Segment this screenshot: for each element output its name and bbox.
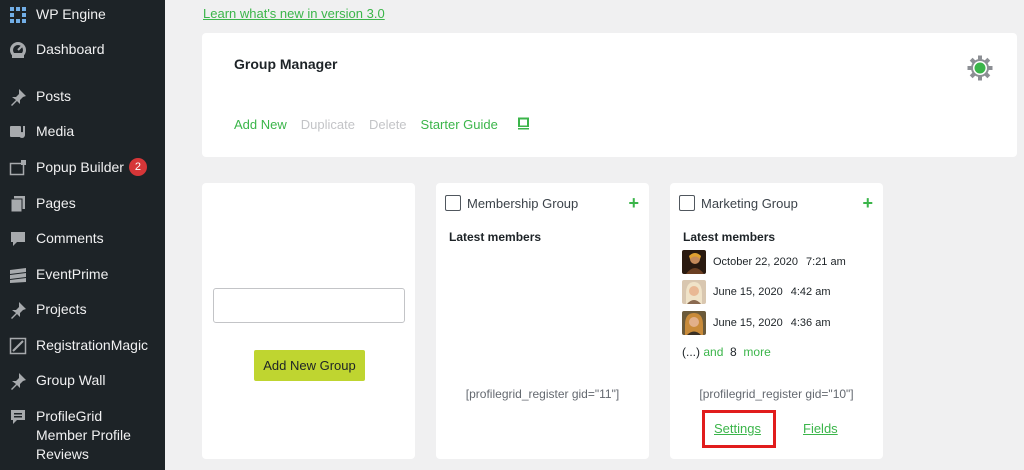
sidebar-item-label: Posts (36, 88, 72, 104)
sidebar-item-label: Group Wall (36, 372, 106, 388)
list-item[interactable]: October 22, 2020 7:21 am (682, 250, 846, 274)
sidebar-item-pages[interactable]: Pages (0, 194, 165, 214)
sidebar-item-label: Comments (36, 230, 104, 246)
sidebar-item-dashboard[interactable]: Dashboard (0, 40, 165, 60)
avatar[interactable] (682, 250, 706, 274)
sidebar-item-projects[interactable]: Projects (0, 300, 165, 320)
reviews-icon (8, 407, 28, 427)
registrationmagic-icon (8, 336, 28, 356)
popup-window-icon (8, 158, 28, 178)
delete-button[interactable]: Delete (369, 117, 407, 132)
list-item[interactable]: June 15, 2020 4:42 am (682, 280, 830, 304)
avatar[interactable] (682, 280, 706, 304)
group-title[interactable]: Membership Group (467, 196, 628, 211)
member-join-date: June 15, 2020 (713, 317, 783, 329)
sidebar-item-label: Media (36, 123, 75, 139)
member-join-time: 4:36 am (790, 317, 831, 329)
group-title[interactable]: Marketing Group (701, 196, 862, 211)
sidebar-item-label: Projects (36, 301, 87, 317)
member-join-date: June 15, 2020 (713, 286, 783, 298)
add-new-button[interactable]: Add New (234, 117, 287, 132)
page-title: Group Manager (234, 56, 338, 72)
sidebar-item-posts[interactable]: Posts (0, 87, 165, 107)
group-shortcode: [profilegrid_register gid="11"] (465, 387, 620, 401)
latest-members-label: Latest members (449, 230, 542, 244)
member-join-time: 7:21 am (806, 256, 846, 268)
sidebar-item-popup-builder[interactable]: Popup Builder 2 (0, 158, 165, 178)
sidebar-item-group-wall[interactable]: Group Wall (0, 371, 165, 391)
pushpin-icon (8, 87, 28, 107)
notification-badge: 2 (128, 158, 147, 177)
avatar[interactable] (682, 311, 706, 335)
book-icon (517, 117, 529, 130)
group-settings-link[interactable]: Settings (714, 421, 761, 436)
new-group-name-input[interactable] (213, 288, 405, 323)
duplicate-button[interactable]: Duplicate (301, 117, 355, 132)
comment-bubble-icon (8, 229, 28, 249)
new-group-card: Add New Group (202, 183, 415, 459)
group-select-checkbox[interactable] (445, 195, 461, 211)
sidebar-item-eventprime[interactable]: EventPrime (0, 265, 165, 285)
sidebar-item-label: RegistrationMagic (36, 337, 149, 353)
add-new-group-button[interactable]: Add New Group (254, 350, 365, 381)
group-shortcode: [profilegrid_register gid="10"] (699, 387, 854, 401)
starter-guide-link[interactable]: Starter Guide (421, 117, 530, 132)
sidebar-item-label: Dashboard (36, 41, 105, 57)
list-item[interactable]: June 15, 2020 4:36 am (682, 311, 830, 335)
more-and-text: and (703, 345, 724, 359)
group-fields-link[interactable]: Fields (803, 421, 838, 436)
group-actions-bar: Add New Duplicate Delete Starter Guide (234, 117, 544, 132)
more-members-link[interactable]: more (743, 345, 770, 359)
more-prefix: (...) (682, 345, 700, 359)
sidebar-item-label: WP Engine (36, 6, 106, 22)
member-join-date: October 22, 2020 (713, 256, 799, 268)
sidebar-item-wp-engine[interactable]: WP Engine (0, 5, 165, 25)
sidebar-item-registrationmagic[interactable]: RegistrationMagic (0, 336, 165, 356)
sidebar-item-label: EventPrime (36, 266, 109, 282)
pushpin-icon (8, 371, 28, 391)
group-manager-panel: Group Manager Add New Duplicate Delete S… (202, 33, 1017, 157)
sidebar-item-label: ProfileGrid Member Profile Reviews (36, 408, 131, 462)
dashboard-gauge-icon (8, 40, 28, 60)
more-members-line: (...) and 8 more (682, 345, 771, 359)
admin-sidebar: WP Engine Dashboard Posts Media Popup Bu… (0, 0, 165, 470)
eventprime-icon (8, 265, 28, 285)
sidebar-item-comments[interactable]: Comments (0, 229, 165, 249)
group-card-membership: Membership Group + Latest members [profi… (436, 183, 649, 459)
group-card-header: Membership Group + (445, 194, 639, 212)
group-card-marketing: Marketing Group + Latest members October… (670, 183, 883, 459)
learn-whats-new-link[interactable]: Learn what's new in version 3.0 (203, 6, 385, 21)
group-select-checkbox[interactable] (679, 195, 695, 211)
sidebar-item-profilegrid-reviews[interactable]: ProfileGrid Member Profile Reviews (0, 407, 165, 464)
wp-engine-grid-icon (8, 5, 28, 25)
sidebar-item-media[interactable]: Media (0, 122, 165, 142)
latest-members-label: Latest members (683, 230, 776, 244)
more-members-count: 8 (730, 345, 737, 359)
plus-icon[interactable]: + (862, 194, 873, 212)
group-card-header: Marketing Group + (679, 194, 873, 212)
pushpin-icon (8, 300, 28, 320)
popup-builder-text: Popup Builder (36, 159, 124, 175)
starter-guide-label: Starter Guide (420, 117, 498, 132)
sidebar-item-label: Popup Builder 2 (36, 158, 147, 177)
plus-icon[interactable]: + (628, 194, 639, 212)
gear-icon[interactable] (967, 55, 993, 81)
sidebar-item-label: Pages (36, 195, 76, 211)
pages-icon (8, 194, 28, 214)
media-icon (8, 122, 28, 142)
member-join-time: 4:42 am (790, 286, 831, 298)
